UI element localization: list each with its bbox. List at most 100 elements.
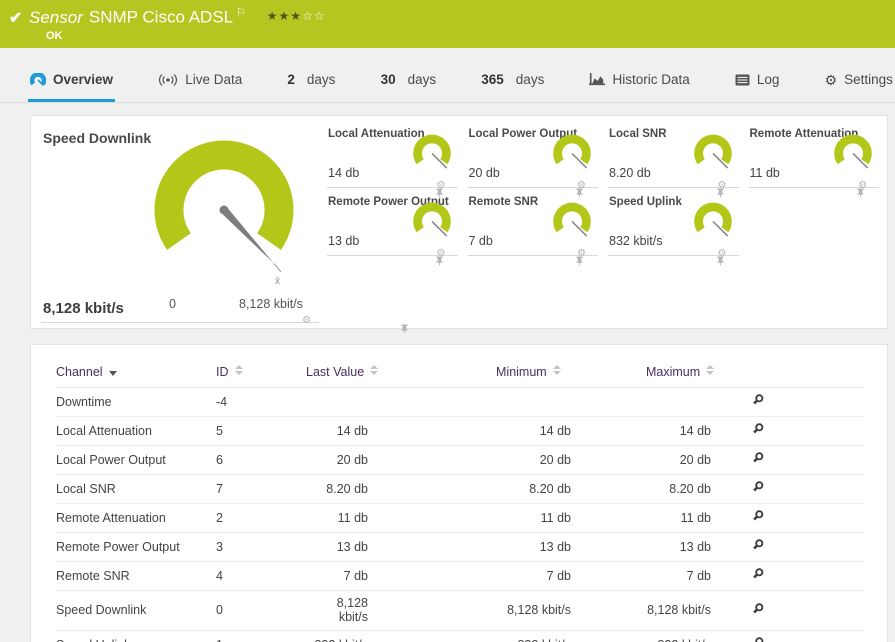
- channel-id: 5: [216, 416, 306, 446]
- mini-gauge-dial: [553, 134, 591, 169]
- channel-id: 6: [216, 445, 306, 475]
- pin-icon[interactable]: [716, 256, 725, 266]
- table-row: Remote Attenuation 2 11 db 11 db 11 db: [56, 503, 864, 533]
- channel-minimum: 11 db: [496, 503, 646, 533]
- gauge-title: Speed Downlink: [43, 130, 152, 146]
- pin-icon[interactable]: [400, 324, 409, 334]
- tab-overview[interactable]: Overview: [28, 60, 116, 102]
- channel-name: Speed Downlink: [56, 590, 216, 631]
- channel-id: 4: [216, 561, 306, 591]
- column-header-minimum[interactable]: Minimum: [496, 359, 646, 388]
- channel-last-value: 8.20 db: [306, 474, 496, 504]
- star-icon[interactable]: ☆: [314, 9, 326, 23]
- mini-gauge-dial: [693, 202, 732, 237]
- table-header-row: Channel ID Last Value Minimum Maximum: [56, 359, 864, 388]
- channel-last-value: 8,128 kbit/s: [306, 590, 496, 631]
- star-icon[interactable]: ★: [267, 9, 279, 23]
- tab-label: Settings: [844, 72, 893, 87]
- column-label: ID: [216, 365, 229, 379]
- channel-name: Remote Power Output: [56, 532, 216, 562]
- tab-number: 2: [287, 72, 295, 87]
- channel-id: 3: [216, 532, 306, 562]
- tab-log[interactable]: Log: [733, 60, 782, 102]
- channel-maximum: 20 db: [646, 445, 751, 475]
- channel-last-value: [306, 387, 496, 417]
- average-marker: x̄: [275, 276, 280, 287]
- mini-gauge-dial: [412, 202, 451, 237]
- tab-label: Overview: [53, 72, 114, 87]
- sensor-title: SNMP Cisco ADSL: [88, 7, 234, 27]
- channel-settings-wrench-icon[interactable]: [751, 480, 765, 494]
- sensor-status-header: ✔ Sensor SNMP Cisco ADSL ⚐ ★★★☆☆ OK: [0, 0, 895, 48]
- sort-icon: [234, 365, 243, 375]
- table-row: Local SNR 7 8.20 db 8.20 db 8.20 db: [56, 474, 864, 504]
- table-row: Speed Downlink 0 8,128 kbit/s 8,128 kbit…: [56, 590, 864, 631]
- pin-icon[interactable]: [575, 256, 584, 266]
- mini-gauge-value: 832 kbit/s: [609, 234, 663, 248]
- mini-gauge-dial: [693, 134, 732, 169]
- channel-minimum: 8.20 db: [496, 474, 646, 504]
- mini-gauge-remote-snr: Remote SNR 7 db ⚙: [467, 194, 598, 266]
- table-row: Local Attenuation 5 14 db 14 db 14 db: [56, 416, 864, 446]
- priority-flag-icon[interactable]: ⚐: [236, 7, 246, 19]
- channel-settings-wrench-icon[interactable]: [751, 422, 765, 436]
- channel-settings-wrench-icon[interactable]: [751, 567, 765, 581]
- table-row: Downtime -4: [56, 387, 864, 417]
- tab-number: 365: [481, 72, 504, 87]
- channel-settings-wrench-icon[interactable]: [751, 451, 765, 465]
- column-label: Minimum: [496, 365, 547, 379]
- log-icon: [735, 74, 750, 85]
- tab-live-data[interactable]: Live Data: [156, 60, 244, 102]
- column-header-last-value[interactable]: Last Value: [306, 359, 496, 388]
- mini-gauge-value: 14 db: [328, 166, 360, 180]
- gear-icon: ⚙: [824, 71, 838, 88]
- mini-gauge-empty-cell: [749, 194, 880, 256]
- mini-gauge-title: Remote SNR: [468, 196, 539, 208]
- mini-gauge-value: 13 db: [328, 234, 360, 248]
- gauge-current-value: 8,128 kbit/s: [43, 300, 124, 317]
- star-icon[interactable]: ★: [278, 9, 290, 23]
- column-header-maximum[interactable]: Maximum: [646, 359, 751, 388]
- tab-settings[interactable]: ⚙ Settings: [823, 60, 895, 102]
- column-header-id[interactable]: ID: [216, 359, 306, 388]
- mini-gauge-local-power-output: Local Power Output 20 db ⚙: [467, 126, 598, 198]
- chart-icon: [589, 73, 606, 86]
- star-icon[interactable]: ★: [290, 9, 302, 23]
- channel-settings-wrench-icon[interactable]: [751, 602, 765, 616]
- gear-icon[interactable]: ⚙: [302, 316, 311, 326]
- tab-historic-data[interactable]: Historic Data: [587, 60, 691, 102]
- sort-desc-icon: [108, 371, 117, 376]
- channel-table-panel: Channel ID Last Value Minimum Maximum Do…: [30, 344, 888, 642]
- live-data-icon: [159, 73, 178, 86]
- channel-last-value: 7 db: [306, 561, 496, 591]
- mini-gauge-dial: [834, 134, 872, 169]
- mini-gauge-value: 7 db: [468, 234, 493, 248]
- column-header-channel[interactable]: Channel: [56, 359, 216, 388]
- mini-gauge-value: 11 db: [749, 166, 780, 180]
- tab-2-days[interactable]: 2 days: [285, 60, 337, 102]
- channel-minimum: [496, 387, 646, 417]
- channel-name: Local Attenuation: [56, 416, 216, 446]
- star-icon[interactable]: ☆: [302, 9, 314, 23]
- channel-minimum: 7 db: [496, 561, 646, 591]
- gauge-scale-max: 8,128 kbit/s: [239, 297, 303, 311]
- tab-label: days: [306, 72, 336, 87]
- column-label: Channel: [56, 365, 103, 379]
- channel-maximum: 11 db: [646, 503, 751, 533]
- channel-settings-wrench-icon[interactable]: [751, 393, 765, 407]
- tab-label: Log: [756, 72, 780, 87]
- sensor-rating[interactable]: ★★★☆☆: [267, 9, 326, 23]
- channel-last-value: 13 db: [306, 532, 496, 562]
- tab-365-days[interactable]: 365 days: [479, 60, 546, 102]
- channel-maximum: 13 db: [646, 532, 751, 562]
- pin-icon[interactable]: [435, 256, 444, 266]
- tab-30-days[interactable]: 30 days: [379, 60, 439, 102]
- channel-settings-wrench-icon[interactable]: [751, 636, 765, 642]
- tab-label: days: [407, 72, 437, 87]
- channel-settings-wrench-icon[interactable]: [751, 509, 765, 523]
- channel-maximum: 8.20 db: [646, 474, 751, 504]
- table-row: Remote SNR 4 7 db 7 db 7 db: [56, 561, 864, 591]
- mini-gauge-speed-uplink: Speed Uplink 832 kbit/s ⚙: [608, 194, 739, 266]
- channel-maximum: 7 db: [646, 561, 751, 591]
- channel-settings-wrench-icon[interactable]: [751, 538, 765, 552]
